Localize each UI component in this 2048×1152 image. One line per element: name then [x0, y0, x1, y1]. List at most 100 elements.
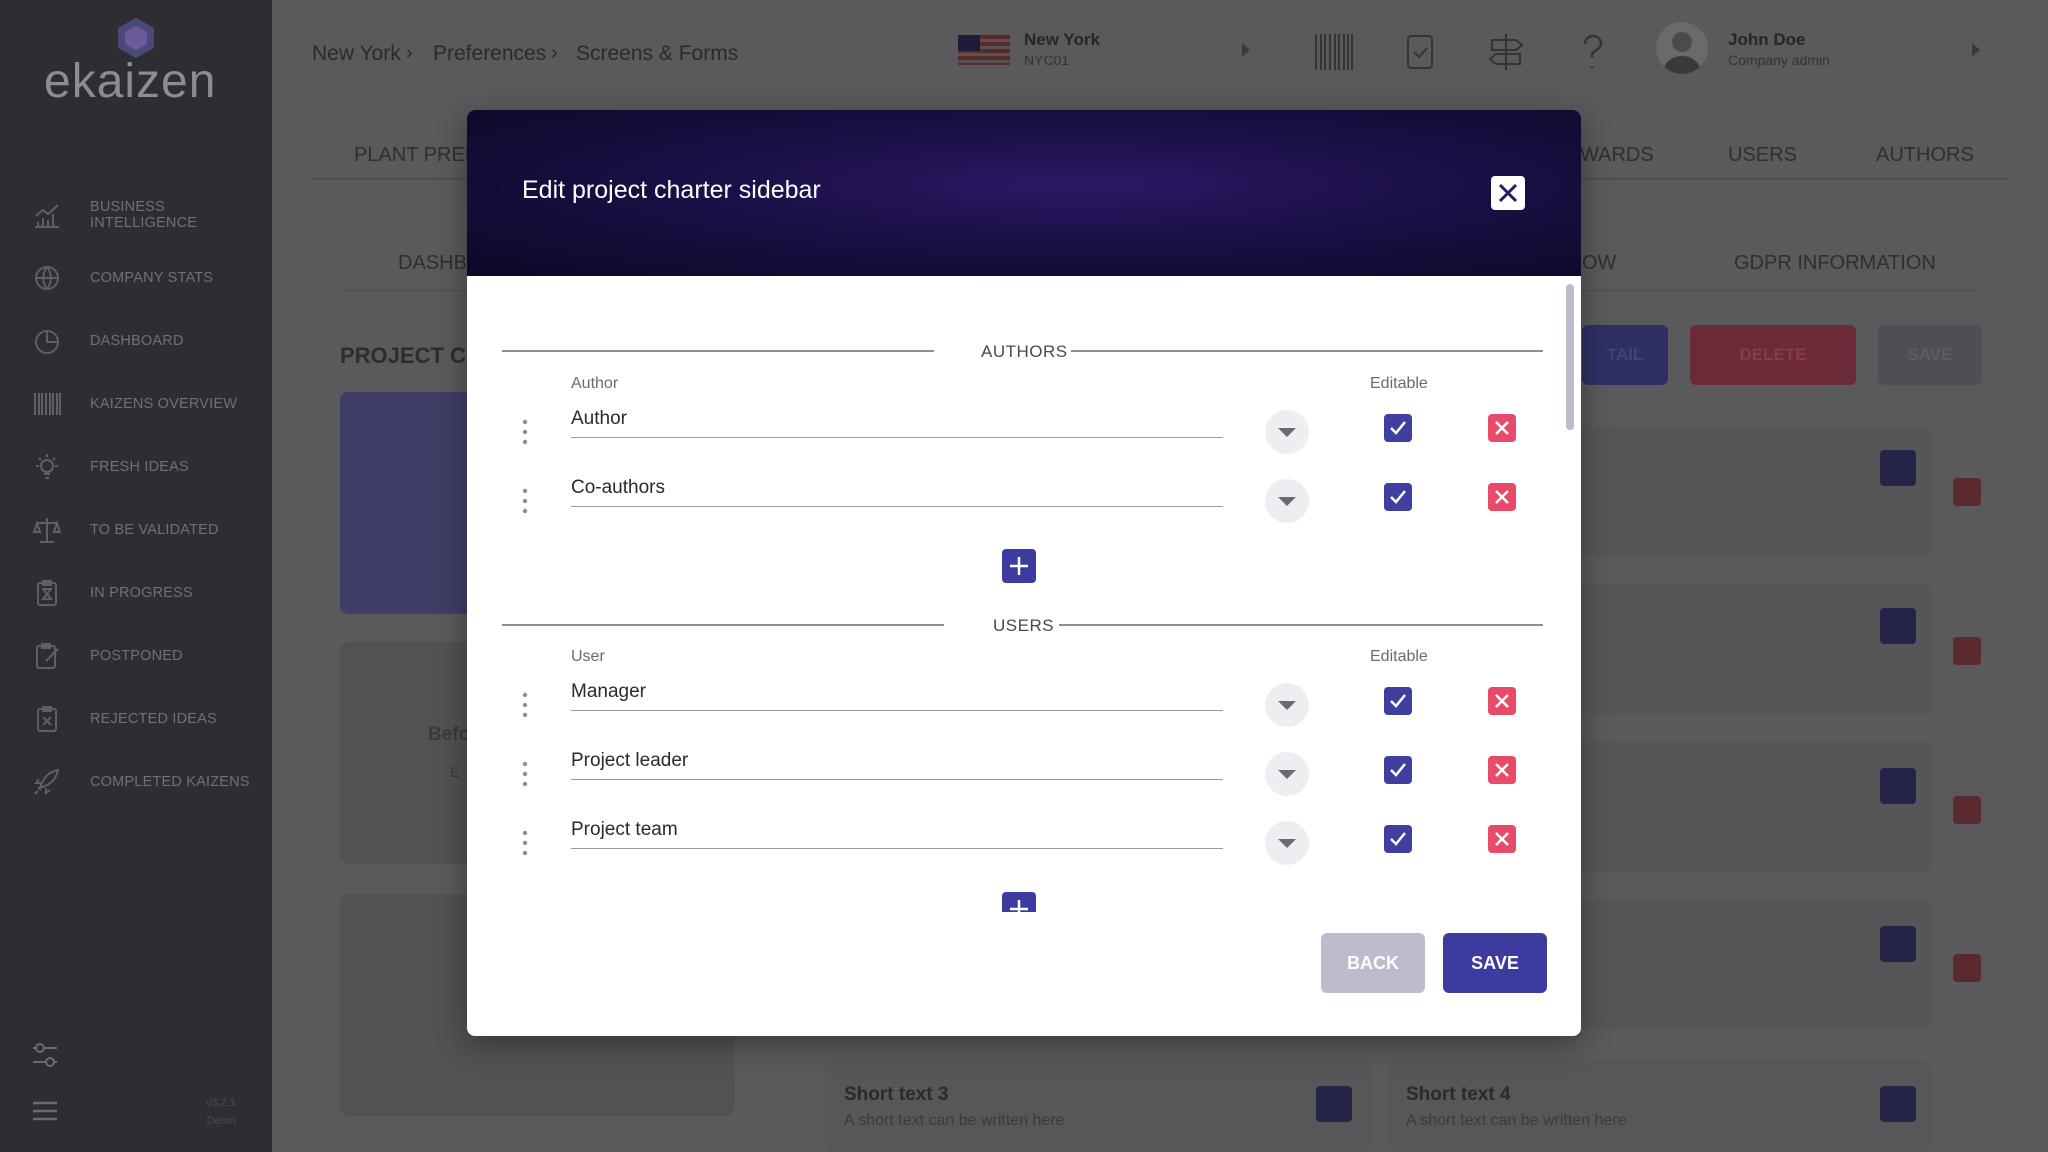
close-button[interactable] [1491, 176, 1525, 210]
subtab-dashboard[interactable]: DASHB [398, 252, 467, 275]
barcode-icon[interactable] [1312, 30, 1356, 74]
check-icon [1390, 421, 1406, 435]
sidebar-item-in-progress[interactable]: IN PROGRESS [0, 568, 272, 618]
sidebar-item-kaizens-overview[interactable]: KAIZENS OVERVIEW [0, 379, 272, 429]
dropdown-button[interactable] [1265, 821, 1309, 865]
sidebar-item-rejected-ideas[interactable]: REJECTED IDEAS [0, 694, 272, 744]
delete-x-icon[interactable] [1953, 954, 1981, 982]
tab-rewards[interactable]: WARDS [1580, 144, 1654, 167]
detail-button[interactable]: TAIL [1582, 325, 1668, 385]
delete-button[interactable]: DELETE [1690, 325, 1856, 385]
modal-body: AUTHORS Author Editable Author Co-author… [467, 276, 1581, 912]
breadcrumb-item[interactable]: Preferences [433, 42, 546, 66]
column-label-user: User [571, 648, 605, 665]
sidebar-item-business-intelligence[interactable]: BUSINESS INTELLIGENCE [0, 190, 272, 240]
remove-row-button[interactable] [1488, 414, 1516, 442]
sidebar-item-company-stats[interactable]: COMPANY STATS [0, 253, 272, 303]
chevron-right-icon[interactable] [1880, 768, 1916, 804]
avatar[interactable] [1656, 22, 1708, 74]
sidebar: ekaizen BUSINESS INTELLIGENCE COMPANY ST… [0, 0, 272, 1152]
chevron-down-icon [1278, 839, 1296, 848]
user-select[interactable] [571, 671, 1223, 711]
chevron-down-icon [1278, 770, 1296, 779]
tab-plant-preferences[interactable]: PLANT PREF [354, 144, 477, 167]
globe-icon [35, 266, 59, 290]
chevron-right-icon[interactable] [1880, 608, 1916, 644]
dropdown-button[interactable] [1265, 683, 1309, 727]
chevron-right-icon[interactable] [1880, 926, 1916, 962]
tab-users[interactable]: USERS [1728, 144, 1797, 167]
back-button[interactable]: BACK [1321, 933, 1425, 993]
drag-handle-icon[interactable] [521, 692, 529, 718]
remove-row-button[interactable] [1488, 825, 1516, 853]
sliders-icon[interactable] [30, 1040, 60, 1070]
close-icon [1495, 490, 1509, 504]
remove-row-button[interactable] [1488, 483, 1516, 511]
column-label-editable: Editable [1370, 375, 1428, 392]
logo[interactable]: ekaizen [44, 54, 216, 109]
author-select[interactable] [571, 467, 1223, 507]
editable-checkbox[interactable] [1384, 483, 1412, 511]
signpost-icon[interactable] [1484, 30, 1528, 74]
sidebar-item-completed-kaizens[interactable]: COMPLETED KAIZENS [0, 757, 272, 807]
divider [502, 350, 934, 352]
tab-authors[interactable]: AUTHORS [1876, 144, 1974, 167]
sidebar-item-dashboard[interactable]: DASHBOARD [0, 316, 272, 366]
dropdown-button[interactable] [1265, 752, 1309, 796]
editable-checkbox[interactable] [1384, 756, 1412, 784]
drag-handle-icon[interactable] [521, 830, 529, 856]
breadcrumb-item[interactable]: New York [312, 42, 401, 66]
drag-handle-icon[interactable] [521, 761, 529, 787]
divider [1059, 624, 1543, 626]
save-button[interactable]: SAVE [1878, 325, 1982, 385]
help-icon[interactable] [1570, 30, 1614, 74]
user-name[interactable]: John Doe [1728, 30, 1805, 50]
chevron-right-icon[interactable] [1316, 1086, 1352, 1122]
dropdown-button[interactable] [1265, 479, 1309, 523]
column-label-editable: Editable [1370, 648, 1428, 665]
editable-checkbox[interactable] [1384, 414, 1412, 442]
delete-x-icon[interactable] [1953, 796, 1981, 824]
remove-row-button[interactable] [1488, 687, 1516, 715]
add-user-button[interactable] [1002, 892, 1036, 912]
drag-handle-icon[interactable] [521, 488, 529, 514]
drag-handle-icon[interactable] [521, 419, 529, 445]
chevron-right-icon[interactable] [1236, 40, 1256, 60]
section-title: PROJECT CH [340, 343, 482, 368]
clipboard-x-icon [37, 706, 57, 732]
subtab-workflow[interactable]: OW [1582, 252, 1616, 275]
clipboard-check-icon[interactable] [1398, 30, 1442, 74]
location-code: NYC01 [1024, 52, 1070, 68]
delete-x-icon[interactable] [1953, 478, 1981, 506]
sidebar-item-label: BUSINESS INTELLIGENCE [90, 199, 198, 231]
divider [502, 624, 944, 626]
delete-x-icon[interactable] [1953, 637, 1981, 665]
app-version: v3.2.1 Demo [206, 1097, 236, 1127]
sidebar-item-to-be-validated[interactable]: TO BE VALIDATED [0, 505, 272, 555]
chevron-right-icon[interactable] [1966, 40, 1986, 60]
scrollbar[interactable] [1566, 284, 1574, 430]
remove-row-button[interactable] [1488, 756, 1516, 784]
sidebar-item-label: POSTPONED [90, 648, 183, 664]
short-text-card [826, 1060, 1372, 1152]
close-icon [1495, 421, 1509, 435]
add-author-button[interactable] [1002, 549, 1036, 583]
edit-sidebar-modal: Edit project charter sidebar AUTHORS Aut… [467, 110, 1581, 1036]
chart-icon [35, 204, 59, 228]
save-button[interactable]: SAVE [1443, 933, 1547, 993]
menu-icon[interactable] [30, 1096, 60, 1126]
editable-checkbox[interactable] [1384, 687, 1412, 715]
sidebar-item-fresh-ideas[interactable]: FRESH IDEAS [0, 442, 272, 492]
subtab-gdpr-information[interactable]: GDPR INFORMATION [1734, 252, 1936, 275]
plus-icon [1010, 900, 1028, 912]
author-select[interactable] [571, 398, 1223, 438]
location-name[interactable]: New York [1024, 30, 1100, 50]
chevron-down-icon [1278, 428, 1296, 437]
chevron-right-icon[interactable] [1880, 1086, 1916, 1122]
editable-checkbox[interactable] [1384, 825, 1412, 853]
chevron-right-icon[interactable] [1880, 450, 1916, 486]
scale-icon [32, 518, 62, 543]
dropdown-button[interactable] [1265, 410, 1309, 454]
field-row [1576, 426, 1932, 556]
sidebar-item-postponed[interactable]: POSTPONED [0, 631, 272, 681]
